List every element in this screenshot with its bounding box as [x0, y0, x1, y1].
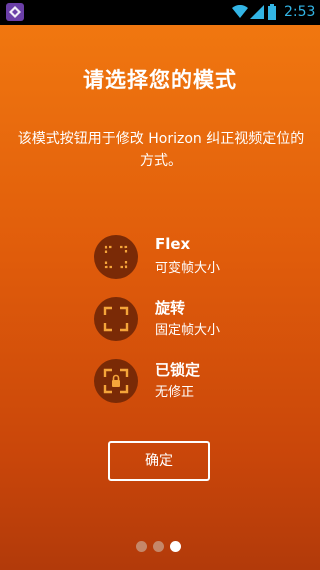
- mode-subtitle: 固定帧大小: [155, 323, 221, 338]
- battery-icon: [268, 4, 276, 20]
- status-time: 2:53: [284, 4, 316, 20]
- mode-title: Flex: [155, 235, 191, 253]
- mode-option-rotate[interactable]: 旋转 固定帧大小: [94, 297, 294, 341]
- locked-frame-icon: [94, 359, 138, 403]
- mode-subtitle: 无修正: [155, 385, 195, 400]
- mode-title: 已锁定: [155, 361, 201, 379]
- mode-subtitle: 可变帧大小: [155, 261, 221, 276]
- confirm-button[interactable]: 确定: [108, 441, 210, 481]
- app-icon: [6, 3, 24, 21]
- page-title: 请选择您的模式: [83, 68, 237, 92]
- mode-option-flex[interactable]: Flex 可变帧大小: [94, 235, 294, 279]
- wifi-icon: [232, 5, 248, 18]
- rotate-frame-icon: [94, 297, 138, 341]
- page-dot: [153, 541, 164, 552]
- signal-icon: [250, 5, 264, 19]
- screen: 2:53 请选择您的模式 该模式按钮用于修改 Horizon 纠正视频定位的方式…: [0, 0, 320, 570]
- flex-frame-icon: [94, 235, 138, 279]
- mode-description: 该模式按钮用于修改 Horizon 纠正视频定位的方式。: [17, 131, 305, 169]
- status-bar: 2:53: [0, 0, 320, 25]
- page-indicator: [136, 541, 186, 553]
- mode-title: 旋转: [155, 299, 186, 317]
- page-dot-active: [170, 541, 181, 552]
- mode-option-locked[interactable]: 已锁定 无修正: [94, 359, 294, 403]
- page-dot: [136, 541, 147, 552]
